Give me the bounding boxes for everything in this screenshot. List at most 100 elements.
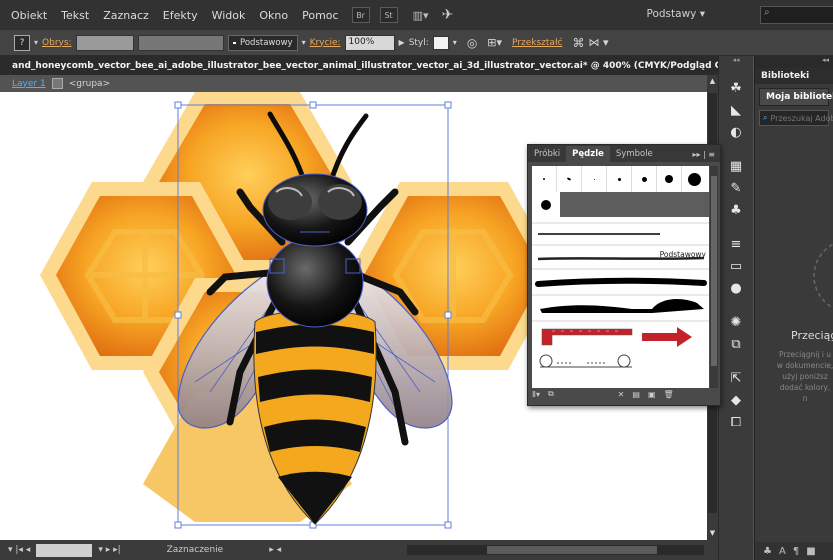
brushes-scroll-thumb[interactable] [711,176,717,366]
library-empty-line: w dokumencie, [776,361,833,370]
graphic-styles-icon[interactable]: ⧉ [728,336,744,352]
panel-menu-icon[interactable]: ▸▸ | ≡ [687,147,720,162]
status-bar: ▾ |◂ ◂ ▾ ▸ ▸| Zaznaczenie ▸ ◂ [0,540,718,560]
zoom-field[interactable] [36,543,93,557]
menu-tekst[interactable]: Tekst [54,9,96,22]
library-empty-line: n [802,394,808,403]
more-options-icon[interactable]: ⋈ ▾ [588,36,608,49]
brush-swatch[interactable] [682,166,707,192]
swatches-icon[interactable]: ▦ [728,158,744,174]
layers-icon[interactable]: ◆ [728,392,744,408]
brush-options-icon[interactable]: ▤ [632,390,640,399]
fill-dropdown-icon[interactable]: ▾ [34,38,38,47]
tab-swatches[interactable]: Próbki [528,146,566,162]
basic-brush-label: Podstawowy [659,250,706,259]
brush-definition-dropdown[interactable]: Podstawowy [227,34,298,51]
zoom-dropdown-icon[interactable]: ▾ |◂ ◂ [8,545,30,555]
library-empty-line: użyj poniższ [782,372,828,381]
brush-swatch[interactable] [632,166,657,192]
breadcrumb-layer-link[interactable]: Layer 1 [12,79,46,89]
brush-dropdown-icon[interactable]: ▾ [302,38,306,47]
add-color-icon[interactable]: ■ [806,546,815,557]
stroke-weight-field[interactable] [75,34,134,51]
artboards-icon[interactable]: ⧠ [728,414,744,430]
menu-efekty[interactable]: Efekty [156,9,205,22]
symbols-icon[interactable]: ♣ [728,202,744,218]
calligraphic-brush-row-2 [532,192,709,217]
stock-button[interactable]: St [379,7,398,23]
breadcrumb: Layer 1 <grupa> [0,75,718,92]
tab-brushes[interactable]: Pędzle [566,146,610,162]
stroke-icon[interactable]: ◣ [728,102,744,118]
gpu-performance-icon[interactable]: ✈ [442,7,454,23]
gradient-icon[interactable]: ◐ [728,124,744,140]
brush-libraries-icon[interactable]: Ⅱ▾ [532,390,540,399]
isolate-icon[interactable]: ⌘ [572,36,584,50]
workspace-switcher[interactable]: Podstawy ▾ [647,8,705,20]
graphic-style-swatch[interactable] [432,35,449,50]
page-nav-icons[interactable]: ▾ ▸ ▸| [98,545,120,555]
menu-bar: Obiekt Tekst Zaznacz Efekty Widok Okno P… [0,0,833,30]
remove-brush-stroke-icon[interactable]: ✕ [618,390,625,399]
export-icon[interactable]: ⇱ [728,370,744,386]
menu-obiekt[interactable]: Obiekt [0,9,54,22]
color-guide-icon[interactable]: ☘ [728,80,744,96]
menu-pomoc[interactable]: Pomoc [295,9,345,22]
opacity-label[interactable]: Krycie: [310,38,341,48]
help-search-input[interactable]: ⌕ [760,6,833,24]
group-icon [51,78,63,89]
library-selector[interactable]: Moja biblioteka [759,88,833,106]
brush-swatch[interactable] [607,166,632,192]
fill-swatch[interactable]: ? [14,34,30,51]
brushes-icon[interactable]: ✎ [728,180,744,196]
menu-okno[interactable]: Okno [252,9,295,22]
appearance-icon[interactable]: ● [728,280,744,296]
scroll-up-icon[interactable]: ▲ [708,77,717,86]
variable-width-dropdown[interactable] [137,34,224,51]
brush-swatch[interactable] [582,166,607,192]
scroll-down-icon[interactable]: ▼ [708,529,717,538]
panel-icon-strip: ◂◂ ☘ ◣ ◐ ▦ ✎ ♣ ≡ ▭ ● ✺ ⧉ ⇱ ◆ ⧠ [718,56,753,560]
document-tab[interactable]: and_honeycomb_vector_bee_ai_adobe_illust… [0,56,718,75]
brush-swatch[interactable] [657,166,682,192]
stroke-label[interactable]: Obrys: [42,38,72,48]
recolor-artwork-icon[interactable]: ◎ [467,36,477,50]
opacity-arrow-icon[interactable]: ▶ [399,38,405,47]
brush-swatch[interactable] [557,166,582,192]
library-empty-line: dodać kolory, [779,383,831,392]
collapse-icon[interactable]: ◂◂ [728,56,744,64]
brush-strokes-preview[interactable] [532,217,709,388]
search-icon: ⌕ [764,7,770,18]
library-tab[interactable]: Biblioteki [755,68,833,84]
menu-widok[interactable]: Widok [205,9,253,22]
brush-swatch[interactable] [532,192,560,217]
brush-swatch[interactable] [532,166,557,192]
library-icon[interactable]: ⧉ [548,389,554,399]
status-mode[interactable]: Zaznaczenie [167,545,224,555]
menu-zaznacz[interactable]: Zaznacz [96,9,156,22]
hscroll-thumb[interactable] [487,546,658,554]
canvas-horizontal-scrollbar[interactable] [407,545,704,555]
add-graphic-icon[interactable]: ♣ [763,546,772,557]
status-arrows-icon[interactable]: ▸ ◂ [269,545,281,555]
tab-symbols[interactable]: Symbole [610,146,659,162]
library-collapse-icon[interactable]: ◂◂ [755,56,833,68]
transform-link[interactable]: Przekształć [512,38,562,48]
transform-icon[interactable]: ▭ [728,258,744,274]
library-search-input[interactable]: ⌕ Przeszukaj Adob [759,110,833,126]
opacity-input[interactable]: 100% [344,34,395,51]
breadcrumb-group[interactable]: <grupa> [69,79,110,89]
align-icon[interactable]: ≡ [728,236,744,252]
align-options-icon[interactable]: ⊞▾ [487,36,502,49]
paragraph-icon[interactable]: ¶ [793,546,799,557]
transparency-icon[interactable]: ✺ [728,314,744,330]
brushes-scrollbar[interactable] [710,166,718,388]
bridge-button[interactable]: Br [351,7,370,23]
add-text-icon[interactable]: A [779,546,786,557]
delete-brush-icon[interactable]: 🗑 [664,390,674,399]
brush-library-list: Podstawowy [532,166,709,388]
arrange-documents-icon[interactable]: ▥▾ [408,7,434,23]
new-brush-icon[interactable]: ▣ [648,390,656,399]
library-search-icon: ⌕ [763,113,768,122]
style-dropdown-icon[interactable]: ▾ [453,38,457,47]
